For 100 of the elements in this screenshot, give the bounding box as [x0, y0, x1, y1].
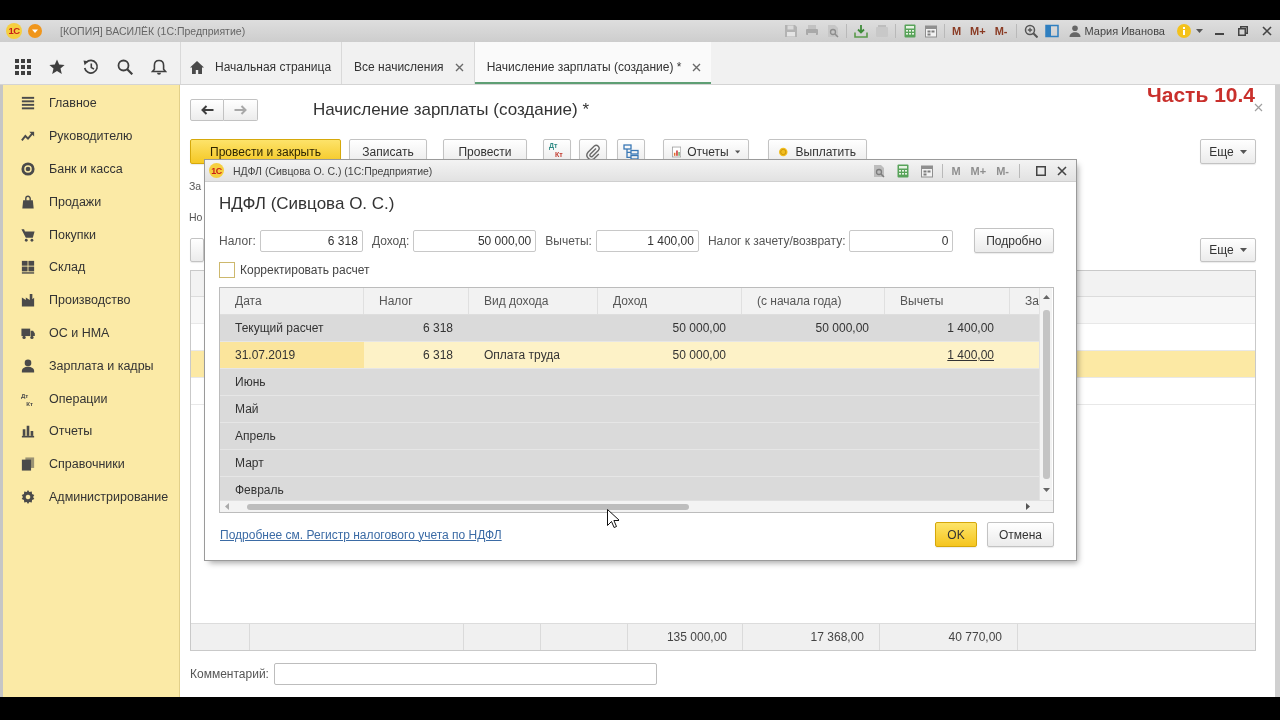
details-button[interactable]: Подробно: [974, 228, 1054, 253]
horizontal-scrollbar[interactable]: [220, 500, 1053, 512]
user-name[interactable]: Мария Иванова: [1084, 25, 1165, 37]
user-icon[interactable]: [1068, 25, 1081, 37]
table-row[interactable]: Март: [220, 450, 1039, 477]
download-icon[interactable]: [853, 24, 868, 38]
logo-icon[interactable]: 1С: [6, 23, 22, 39]
table-row[interactable]: Февраль: [220, 477, 1039, 500]
arrow-right-icon[interactable]: [1026, 503, 1030, 510]
hierarchy-icon: [623, 143, 639, 160]
column-header[interactable]: Вид дохода: [469, 288, 598, 314]
sidebar-item[interactable]: Продажи: [3, 185, 179, 219]
cancel-button[interactable]: Отмена: [987, 522, 1054, 547]
sidebar-item[interactable]: Главное: [3, 87, 179, 120]
caret-icon: [1239, 149, 1247, 154]
close-icon[interactable]: [1262, 26, 1272, 36]
number-field[interactable]: 6 318: [259, 229, 363, 252]
history-icon[interactable]: [83, 59, 99, 75]
settings-icon: [21, 489, 35, 504]
close-icon[interactable]: [454, 62, 464, 72]
calculator-icon[interactable]: [896, 163, 911, 178]
apps-grid-icon[interactable]: [15, 59, 31, 75]
sidebar-item[interactable]: Справочники: [3, 447, 179, 481]
sidebar-item[interactable]: Банк и касса: [3, 152, 179, 186]
table-row[interactable]: Апрель: [220, 423, 1039, 450]
tab[interactable]: Все начисления: [341, 42, 474, 84]
scrollbar-thumb[interactable]: [1042, 310, 1050, 479]
search-icon[interactable]: [117, 59, 133, 75]
more-button[interactable]: Еще: [1200, 238, 1256, 262]
table-row[interactable]: Май: [220, 396, 1039, 423]
sidebar-item[interactable]: Склад: [3, 251, 179, 284]
print-preview-icon[interactable]: [825, 24, 840, 38]
back-button[interactable]: [190, 99, 224, 121]
cell-link[interactable]: 1 400,00: [947, 348, 994, 362]
memory-button[interactable]: M-: [992, 24, 1010, 38]
dialog-heading: НДФЛ (Сивцова О. С.): [219, 194, 396, 214]
arrow-left-icon[interactable]: [225, 503, 229, 510]
bell-icon[interactable]: [151, 59, 167, 75]
sidebar-item[interactable]: Отчеты: [3, 414, 179, 448]
close-icon[interactable]: [1057, 165, 1067, 176]
column-header[interactable]: Доход: [598, 288, 742, 314]
column-header[interactable]: Налог: [364, 288, 469, 314]
caret-icon: [734, 149, 740, 154]
tab[interactable]: Начисление зарплаты (создание) *: [473, 42, 712, 84]
home-icon: [190, 60, 204, 74]
column-header[interactable]: (с начала года): [742, 288, 885, 314]
grid-blocks-icon: [21, 260, 35, 275]
number-field[interactable]: 50 000,00: [413, 229, 537, 252]
ok-button[interactable]: OK: [935, 522, 977, 547]
register-link[interactable]: Подробнее см. Регистр налогового учета по НДФЛ: [220, 527, 502, 542]
column-header[interactable]: За: [1010, 288, 1039, 314]
sidebar-item[interactable]: Покупки: [3, 218, 179, 251]
sidebar-item[interactable]: Руководителю: [3, 119, 179, 153]
number-field[interactable]: 0: [849, 229, 954, 252]
caret-icon: [1239, 248, 1247, 252]
table-row[interactable]: Текущий расчет 6 318 50 000,00 50 000,00 1 400,00: [220, 315, 1039, 342]
checkbox-label[interactable]: Корректировать расчет: [240, 262, 370, 277]
column-header[interactable]: Вычеты: [885, 288, 1010, 314]
table-cell-text: Февраль: [234, 482, 285, 499]
caret-icon[interactable]: [1196, 29, 1203, 33]
close-icon[interactable]: [692, 62, 702, 72]
memory-button[interactable]: M: [949, 24, 964, 38]
table-cell-text: 50 000,00: [814, 320, 870, 337]
zoom-in-icon[interactable]: [1023, 24, 1038, 38]
cart-icon: [21, 227, 35, 242]
column-header[interactable]: Дата: [220, 288, 364, 314]
more-button[interactable]: Еще: [1200, 139, 1256, 164]
table-cell-text: Апрель: [234, 428, 277, 445]
panel-icon[interactable]: [1044, 24, 1059, 38]
sidebar-item[interactable]: Производство: [3, 283, 179, 317]
number-field[interactable]: 1 400,00: [595, 229, 699, 252]
table-row[interactable]: Июнь: [220, 369, 1039, 396]
field-label: За: [189, 179, 202, 193]
arrow-down-icon[interactable]: [1042, 488, 1050, 492]
field-label: Налог:: [219, 233, 256, 248]
comment-field[interactable]: [274, 662, 657, 685]
memory-button[interactable]: M+: [968, 24, 988, 38]
tab[interactable]: Начальная страница: [180, 42, 342, 84]
checkbox[interactable]: [219, 261, 235, 278]
total-cell: 135 000,00: [628, 624, 743, 650]
calculator-icon[interactable]: [902, 24, 917, 38]
vertical-scrollbar[interactable]: [1039, 288, 1052, 500]
maximize-icon[interactable]: [1036, 165, 1046, 176]
calendar-icon[interactable]: [923, 24, 938, 38]
sidebar-item[interactable]: ОС и НМА: [3, 316, 179, 350]
restore-icon[interactable]: [1238, 26, 1248, 36]
caret-circle-icon[interactable]: [28, 24, 42, 38]
calendar-icon[interactable]: [920, 163, 935, 178]
table-cell-text: 1 400,00: [946, 320, 995, 337]
star-icon[interactable]: [49, 59, 65, 75]
sidebar-item[interactable]: Зарплата и кадры: [3, 349, 179, 383]
print-preview-icon[interactable]: [872, 163, 887, 178]
arrow-up-icon[interactable]: [1042, 295, 1050, 299]
person-icon: [21, 358, 35, 373]
paperclip-icon: [585, 143, 601, 160]
table-cell-text: Июнь: [234, 374, 267, 391]
total-cell: 17 368,00: [743, 624, 880, 650]
sidebar-item[interactable]: Администрирование: [3, 480, 179, 514]
scrollbar-thumb[interactable]: [247, 503, 689, 510]
table-row[interactable]: 31.07.2019 6 318 Оплата труда 50 000,00 1 400,00: [220, 342, 1039, 369]
